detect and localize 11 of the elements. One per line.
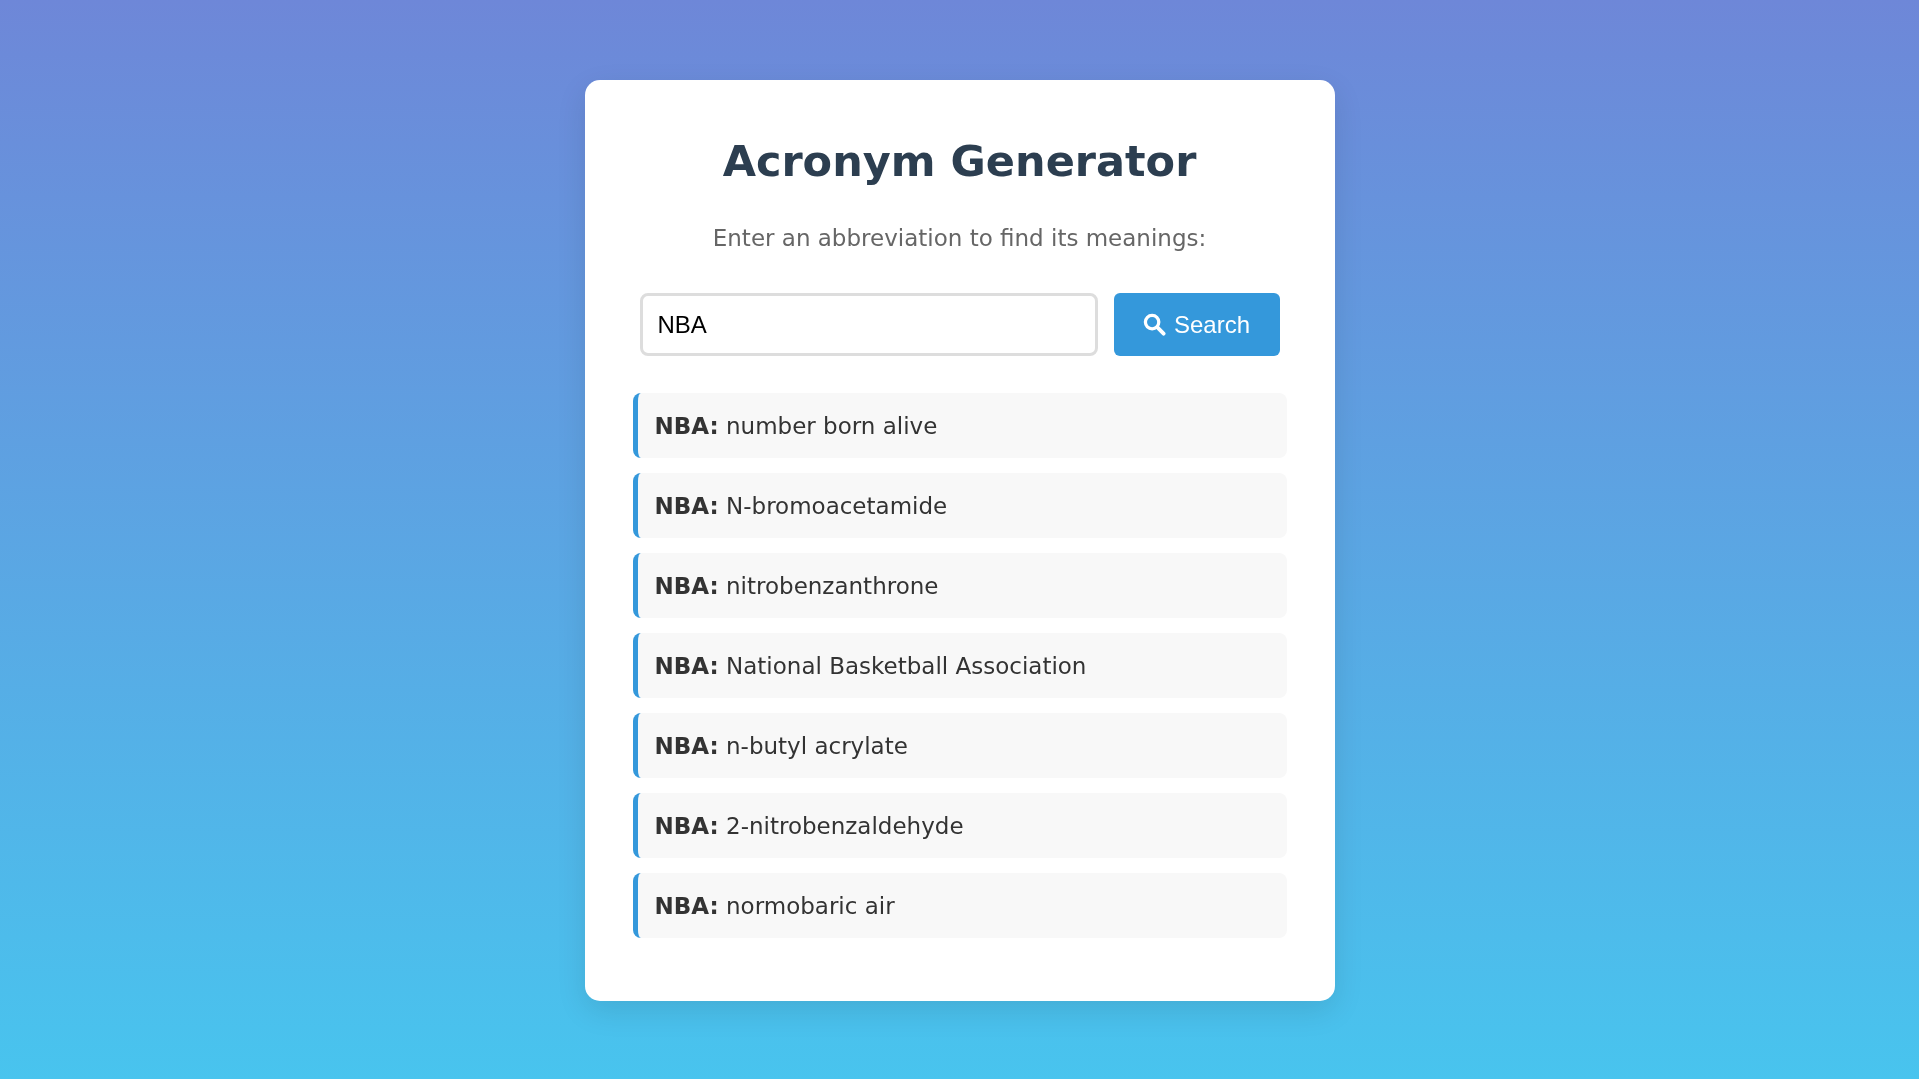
- search-icon: [1142, 313, 1166, 337]
- result-item: NBA: n-butyl acrylate: [632, 713, 1287, 779]
- result-item: NBA: National Basketball Association: [632, 633, 1287, 699]
- result-item: NBA: N-bromoacetamide: [632, 473, 1287, 539]
- result-item: NBA: number born alive: [632, 393, 1287, 459]
- subtitle-text: Enter an abbreviation to find its meanings:: [712, 224, 1207, 254]
- result-item: NBA: normobaric air: [632, 873, 1287, 939]
- result-item: NBA: nitrobenzanthrone: [632, 553, 1287, 619]
- result-item: NBA: 2-nitrobenzaldehyde: [632, 793, 1287, 859]
- page-title: Acronym Generator: [722, 137, 1197, 187]
- search-field[interactable]: NBA: [639, 293, 1098, 357]
